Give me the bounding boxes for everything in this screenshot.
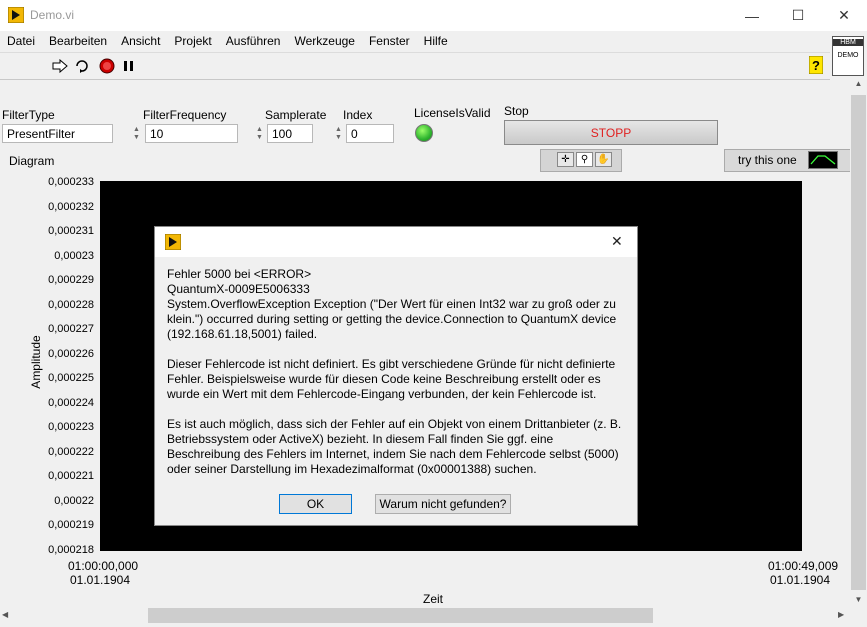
toolbar: ? (0, 52, 830, 80)
hbm-demo-badge: HBM DEMO (832, 36, 864, 76)
index-spinner[interactable]: ▲ ▼ (333, 124, 344, 144)
scroll-right-icon[interactable]: ▶ (838, 610, 844, 619)
pause-icon[interactable] (121, 58, 137, 74)
title-bar: Demo.vi — ☐ ✕ (0, 0, 867, 31)
y-tick-label: 0,000226 (48, 347, 94, 360)
y-tick-label: 0,000232 (48, 200, 94, 213)
horizontal-scroll-thumb[interactable] (148, 608, 653, 623)
x-start-date: 01.01.1904 (69, 573, 131, 587)
samplerate-label: Samplerate (265, 108, 327, 122)
y-tick-label: 0,000225 (48, 372, 94, 384)
run-arrow-icon[interactable] (52, 58, 68, 74)
x-end-time: 01:00:49,009 (768, 559, 839, 573)
labview-app-icon (8, 7, 24, 23)
error-message: Fehler 5000 bei <ERROR> QuantumX-0009E50… (167, 267, 622, 476)
y-tick-label: 0,00022 (54, 494, 94, 507)
scroll-left-icon[interactable]: ◀ (2, 610, 8, 619)
stop-button[interactable]: STOPP (504, 120, 718, 145)
menu-hilfe[interactable]: Hilfe (417, 31, 455, 51)
y-tick-label: 0,000224 (48, 396, 94, 409)
graph-palette: ✛ ⚲ ✋ (540, 149, 622, 172)
menu-ausfuehren[interactable]: Ausführen (219, 31, 288, 51)
scroll-down-icon[interactable]: ▼ (851, 595, 866, 604)
licenses-valid-label: LicenseIsValid (414, 106, 491, 120)
samplerate-field[interactable]: 100 (267, 124, 313, 143)
minimize-button[interactable]: — (729, 0, 775, 31)
filter-frequency-label: FilterFrequency (143, 108, 227, 122)
badge-bottom-text: DEMO (837, 52, 859, 59)
filter-frequency-field[interactable]: 10 (145, 124, 238, 143)
y-tick-label: 0,00023 (54, 249, 94, 262)
menu-fenster[interactable]: Fenster (362, 31, 417, 51)
maximize-button[interactable]: ☐ (775, 0, 821, 31)
x-start-time: 01:00:00,000 (68, 559, 139, 573)
dialog-close-button[interactable]: ✕ (611, 233, 623, 250)
abort-icon[interactable] (99, 58, 115, 74)
index-label: Index (343, 108, 373, 122)
context-help-icon[interactable]: ? (808, 56, 824, 74)
y-tick-label: 0,000227 (48, 323, 94, 335)
svg-text:?: ? (812, 58, 820, 73)
y-tick-label: 0,000219 (48, 519, 94, 531)
menu-projekt[interactable]: Projekt (167, 31, 218, 51)
filter-frequency-spinner[interactable]: ▲ ▼ (131, 124, 142, 144)
filter-type-field[interactable]: PresentFilter (2, 124, 113, 143)
x-axis-end: 01:00:49,009 01.01.1904 (768, 559, 839, 587)
y-tick-label: 0,000233 (48, 176, 94, 188)
pan-hand-icon[interactable]: ✋ (595, 152, 612, 167)
ok-button[interactable]: OK (279, 494, 352, 514)
menu-datei[interactable]: Datei (0, 31, 42, 51)
close-button[interactable]: ✕ (821, 0, 867, 31)
menu-bar: Datei Bearbeiten Ansicht Projekt Ausführ… (0, 31, 830, 51)
window-title: Demo.vi (30, 8, 75, 22)
samplerate-spinner[interactable]: ▲ ▼ (254, 124, 265, 144)
error-dialog: ✕ Fehler 5000 bei <ERROR> QuantumX-0009E… (154, 226, 638, 526)
y-axis-label: Amplitude (29, 335, 43, 389)
y-tick-label: 0,000231 (48, 225, 94, 237)
menu-ansicht[interactable]: Ansicht (114, 31, 167, 51)
x-axis-start: 01:00:00,000 01.01.1904 (68, 559, 139, 587)
menu-werkzeuge[interactable]: Werkzeuge (287, 31, 361, 51)
why-not-found-button[interactable]: Warum nicht gefunden? (375, 494, 511, 514)
plot-legend-label: try this one (738, 153, 797, 167)
stop-label: Stop (504, 104, 529, 118)
plot-legend-swatch[interactable] (808, 151, 838, 169)
zoom-icon[interactable]: ⚲ (576, 152, 593, 167)
y-tick-label: 0,000222 (48, 445, 94, 458)
vertical-scroll-thumb[interactable] (851, 95, 866, 590)
filter-type-label: FilterType (2, 108, 55, 122)
run-continuously-icon[interactable] (74, 58, 90, 74)
cursor-move-icon[interactable]: ✛ (557, 152, 574, 167)
labview-dialog-icon (165, 234, 181, 250)
index-field[interactable]: 0 (346, 124, 394, 143)
y-tick-label: 0,000228 (48, 298, 94, 311)
menu-bearbeiten[interactable]: Bearbeiten (42, 31, 114, 51)
licenses-valid-led (415, 124, 433, 142)
scroll-up-icon[interactable]: ▲ (851, 79, 866, 88)
diagram-label: Diagram (9, 154, 55, 168)
dialog-title-bar: ✕ (155, 227, 637, 257)
x-axis-label: Zeit (423, 592, 444, 606)
y-tick-label: 0,000229 (48, 274, 94, 286)
x-end-date: 01.01.1904 (769, 573, 831, 587)
badge-top-text: HBM (833, 39, 863, 46)
y-tick-label: 0,000221 (48, 470, 94, 482)
y-tick-label: 0,000223 (48, 421, 94, 433)
y-tick-label: 0,000218 (48, 543, 94, 556)
